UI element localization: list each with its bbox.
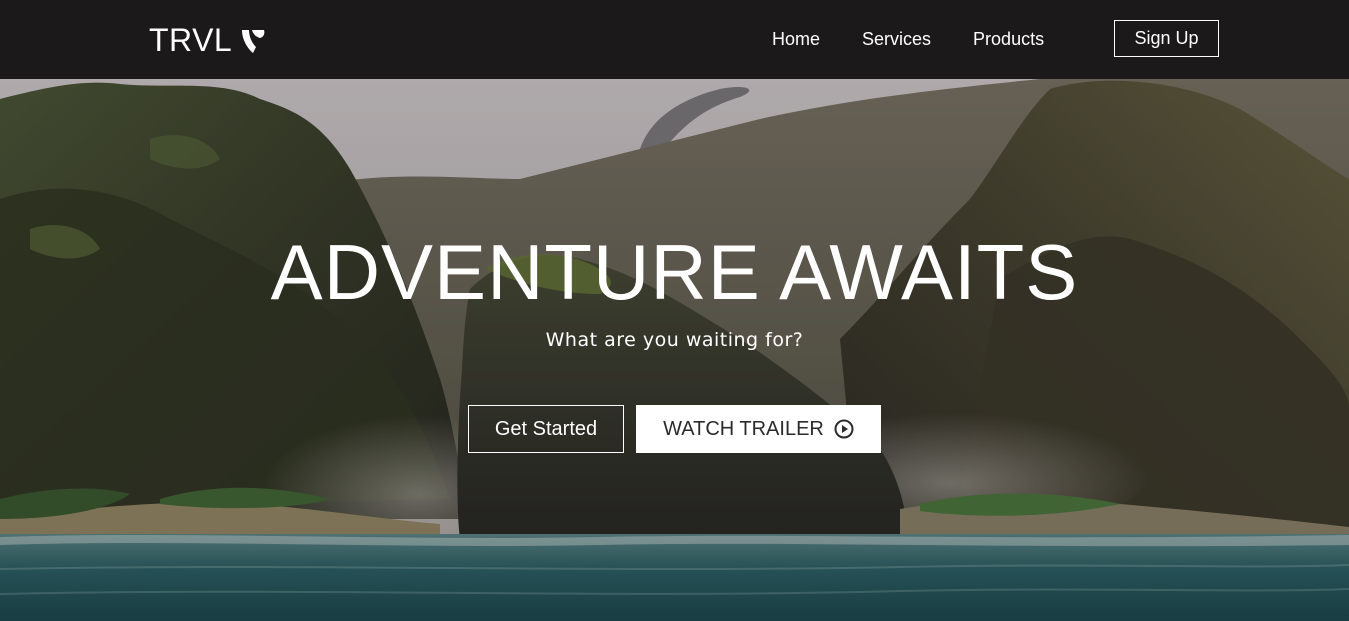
nav-link-products[interactable]: Products	[973, 27, 1044, 51]
logo-icon	[242, 29, 265, 53]
nav-links: Home Services Products	[772, 27, 1086, 51]
logo[interactable]: TRVL	[149, 22, 266, 59]
navbar: TRVL Home Services Products Sign Up	[0, 0, 1349, 79]
logo-text: TRVL	[149, 22, 233, 58]
hero-section: ADVENTURE AWAITS What are you waiting fo…	[0, 79, 1349, 621]
get-started-button[interactable]: Get Started	[468, 405, 624, 453]
hero-title: ADVENTURE AWAITS	[270, 228, 1079, 316]
watch-trailer-label: WATCH TRAILER	[663, 417, 824, 440]
signup-button[interactable]: Sign Up	[1114, 20, 1219, 57]
play-circle-icon	[834, 419, 854, 439]
hero-subtitle: What are you waiting for?	[545, 329, 804, 351]
nav-link-home[interactable]: Home	[772, 27, 820, 51]
nav-link-services[interactable]: Services	[862, 27, 931, 51]
watch-trailer-button[interactable]: WATCH TRAILER	[636, 405, 881, 453]
